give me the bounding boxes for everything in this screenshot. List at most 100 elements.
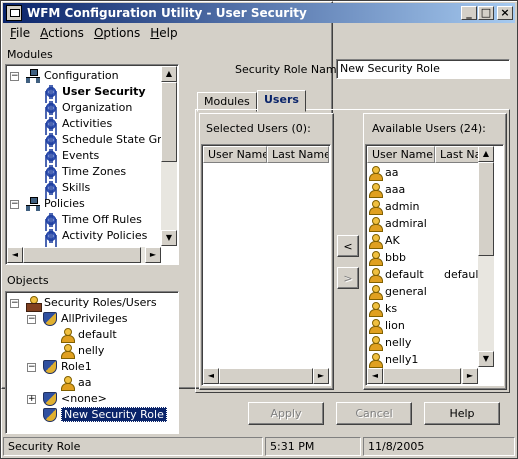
object-item[interactable]: − Security Roles/Users — [10, 295, 157, 312]
module-item[interactable]: Activity Policies — [44, 228, 147, 244]
scroll-right-icon[interactable]: ► — [145, 247, 161, 263]
user-name-cell: bbb — [385, 251, 406, 264]
table-row[interactable]: admin — [368, 198, 419, 215]
column-header-user-name[interactable]: User Name — [367, 146, 435, 163]
object-item-label: Role1 — [61, 360, 92, 373]
collapse-icon[interactable]: − — [10, 200, 19, 209]
table-row[interactable]: general — [368, 283, 427, 300]
module-item[interactable]: Events — [44, 148, 99, 164]
help-button[interactable]: Help — [424, 402, 500, 425]
scroll-down-icon[interactable]: ▼ — [478, 351, 494, 367]
scroll-left-icon[interactable]: ◄ — [203, 368, 219, 384]
scroll-left-icon[interactable]: ◄ — [7, 247, 23, 263]
user-icon — [368, 217, 383, 232]
status-date: 11/8/2005 — [363, 437, 515, 456]
column-header-last-name[interactable]: Last Name — [267, 146, 329, 163]
table-row[interactable]: aaa — [368, 181, 405, 198]
collapse-icon[interactable]: − — [27, 363, 36, 372]
table-row[interactable]: bbb — [368, 249, 406, 266]
gear-icon — [44, 149, 58, 163]
scroll-up-icon[interactable]: ▲ — [478, 146, 494, 162]
user-icon — [368, 319, 383, 334]
module-item[interactable]: Organization — [44, 100, 132, 116]
object-item[interactable]: − AllPrivileges — [27, 311, 128, 327]
menu-actions[interactable]: Actions — [35, 24, 89, 42]
menu-options[interactable]: Options — [89, 24, 145, 42]
modules-hscroll[interactable]: ◄ ► — [7, 247, 161, 263]
user-icon — [368, 251, 383, 266]
module-item[interactable]: User Security — [44, 84, 146, 100]
table-row[interactable]: admiral — [368, 215, 427, 232]
gear-icon — [44, 133, 58, 147]
module-item[interactable]: Activities — [44, 116, 112, 132]
user-icon — [368, 234, 383, 249]
module-item-label: Organization — [62, 101, 133, 114]
object-item[interactable]: nelly — [60, 343, 104, 359]
gear-icon — [44, 101, 58, 115]
module-item[interactable]: Schedule State Grou — [44, 132, 175, 148]
module-item[interactable]: − Configuration — [10, 68, 119, 84]
object-item[interactable]: default — [60, 327, 117, 343]
collapse-icon[interactable]: − — [27, 315, 36, 324]
table-row[interactable]: AK — [368, 232, 400, 249]
table-row[interactable]: ks — [368, 300, 397, 317]
modules-tree[interactable]: − Configuration User Security Organization A… — [5, 64, 179, 265]
apply-button[interactable]: Apply — [248, 402, 324, 425]
remove-user-button[interactable]: > — [337, 267, 359, 289]
modules-vscroll[interactable]: ▲ ▼ — [161, 66, 177, 246]
maximize-button[interactable]: □ — [478, 6, 494, 20]
minimize-button[interactable]: _ — [461, 6, 477, 20]
collapse-icon[interactable]: − — [10, 299, 19, 308]
scroll-left-icon[interactable]: ◄ — [367, 368, 383, 384]
tab-users[interactable]: Users — [257, 90, 306, 112]
table-row[interactable]: nelly1 — [368, 351, 418, 368]
expand-icon[interactable]: + — [27, 395, 36, 404]
app-icon[interactable] — [6, 5, 22, 21]
object-item-label: New Security Role — [61, 407, 167, 422]
module-item[interactable]: Time Zones — [44, 164, 126, 180]
network-icon — [26, 197, 40, 211]
scroll-right-icon[interactable]: ► — [313, 368, 329, 384]
table-row[interactable]: lion — [368, 317, 405, 334]
table-row[interactable]: default default — [368, 266, 483, 283]
add-user-button[interactable]: < — [337, 235, 359, 257]
table-row[interactable]: nelly — [368, 334, 411, 351]
scroll-thumb[interactable] — [478, 162, 494, 256]
user-icon — [368, 183, 383, 198]
object-item[interactable]: New Security Role — [43, 407, 167, 423]
selected-hscroll[interactable]: ◄ ► — [203, 368, 329, 384]
object-item[interactable]: − Role1 — [27, 359, 92, 375]
role-name-field[interactable]: New Security Role — [336, 59, 510, 79]
scroll-right-icon[interactable]: ► — [462, 368, 478, 384]
collapse-icon[interactable]: − — [10, 72, 19, 81]
scroll-thumb[interactable] — [23, 247, 141, 263]
object-item[interactable]: + <none> — [27, 391, 107, 407]
object-item-label: Security Roles/Users — [44, 296, 157, 309]
gear-icon — [44, 117, 58, 131]
close-button[interactable]: × — [497, 6, 513, 20]
title-bar[interactable]: WFM Configuration Utility - User Securit… — [3, 3, 515, 23]
available-hscroll[interactable]: ◄ ► — [367, 368, 478, 384]
table-row[interactable]: aa — [368, 164, 398, 181]
object-item[interactable]: aa — [60, 375, 91, 391]
scroll-up-icon[interactable]: ▲ — [161, 66, 177, 82]
available-vscroll[interactable]: ▲ ▼ — [478, 146, 494, 367]
module-item[interactable]: Skills — [44, 180, 90, 196]
menu-file[interactable]: File — [5, 24, 35, 42]
module-item-label: Schedule State Grou — [62, 133, 176, 146]
scroll-thumb[interactable] — [383, 368, 461, 384]
menu-help[interactable]: Help — [145, 24, 182, 42]
scroll-thumb[interactable] — [161, 82, 177, 162]
object-item-label: AllPrivileges — [61, 312, 128, 325]
scroll-down-icon[interactable]: ▼ — [161, 230, 177, 246]
cancel-button[interactable]: Cancel — [336, 402, 412, 425]
selected-users-list[interactable] — [201, 144, 331, 386]
module-item[interactable]: − Policies — [10, 196, 85, 212]
module-item[interactable]: Time Off Rules — [44, 212, 142, 228]
module-item-label: Activities — [62, 117, 113, 130]
column-header-user-name[interactable]: User Name — [203, 146, 267, 163]
gear-icon — [44, 85, 58, 99]
objects-tree[interactable]: − Security Roles/Users − AllPrivileges defau… — [5, 291, 179, 434]
user-name-cell: nelly1 — [385, 353, 419, 366]
scroll-thumb[interactable] — [219, 368, 313, 384]
